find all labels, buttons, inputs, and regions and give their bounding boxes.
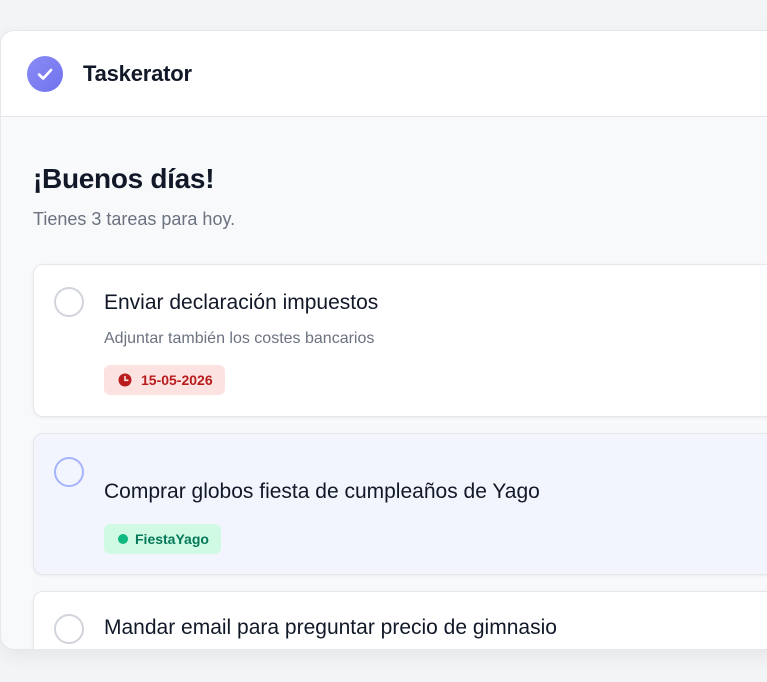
clock-icon <box>118 373 132 387</box>
window-top-strip <box>0 0 767 24</box>
task-title: Enviar declaración impuestos <box>104 291 379 314</box>
task-card[interactable]: Comprar globos fiesta de cumpleaños de Y… <box>33 433 767 575</box>
due-date-text: 15-05-2026 <box>141 372 213 388</box>
task-complete-checkbox[interactable] <box>54 457 84 487</box>
tag-text: FiestaYago <box>135 531 209 547</box>
task-complete-checkbox[interactable] <box>54 614 84 644</box>
task-description: Adjuntar también los costes bancarios <box>104 330 375 347</box>
dot-icon <box>118 534 128 544</box>
tag-badge: FiestaYago <box>104 524 221 554</box>
task-count-subtitle: Tienes 3 tareas para hoy. <box>33 209 236 229</box>
task-card[interactable]: Enviar declaración impuestos Adjuntar ta… <box>33 264 767 417</box>
task-complete-checkbox[interactable] <box>54 287 84 317</box>
task-title: Comprar globos fiesta de cumpleaños de Y… <box>104 480 540 503</box>
app-header: Taskerator <box>1 31 767 117</box>
main-content: ¡Buenos días! Tienes 3 tareas para hoy. … <box>1 117 767 649</box>
greeting-heading: ¡Buenos días! <box>33 163 215 194</box>
task-card[interactable]: Mandar email para preguntar precio de gi… <box>33 591 767 649</box>
app-title: Taskerator <box>83 60 192 86</box>
app-window: Taskerator ¡Buenos días! Tienes 3 tareas… <box>0 30 767 650</box>
check-circle-icon <box>27 55 63 92</box>
due-date-badge: 15-05-2026 <box>104 365 225 395</box>
task-list: Enviar declaración impuestos Adjuntar ta… <box>33 264 767 649</box>
task-title: Mandar email para preguntar precio de gi… <box>104 616 557 639</box>
